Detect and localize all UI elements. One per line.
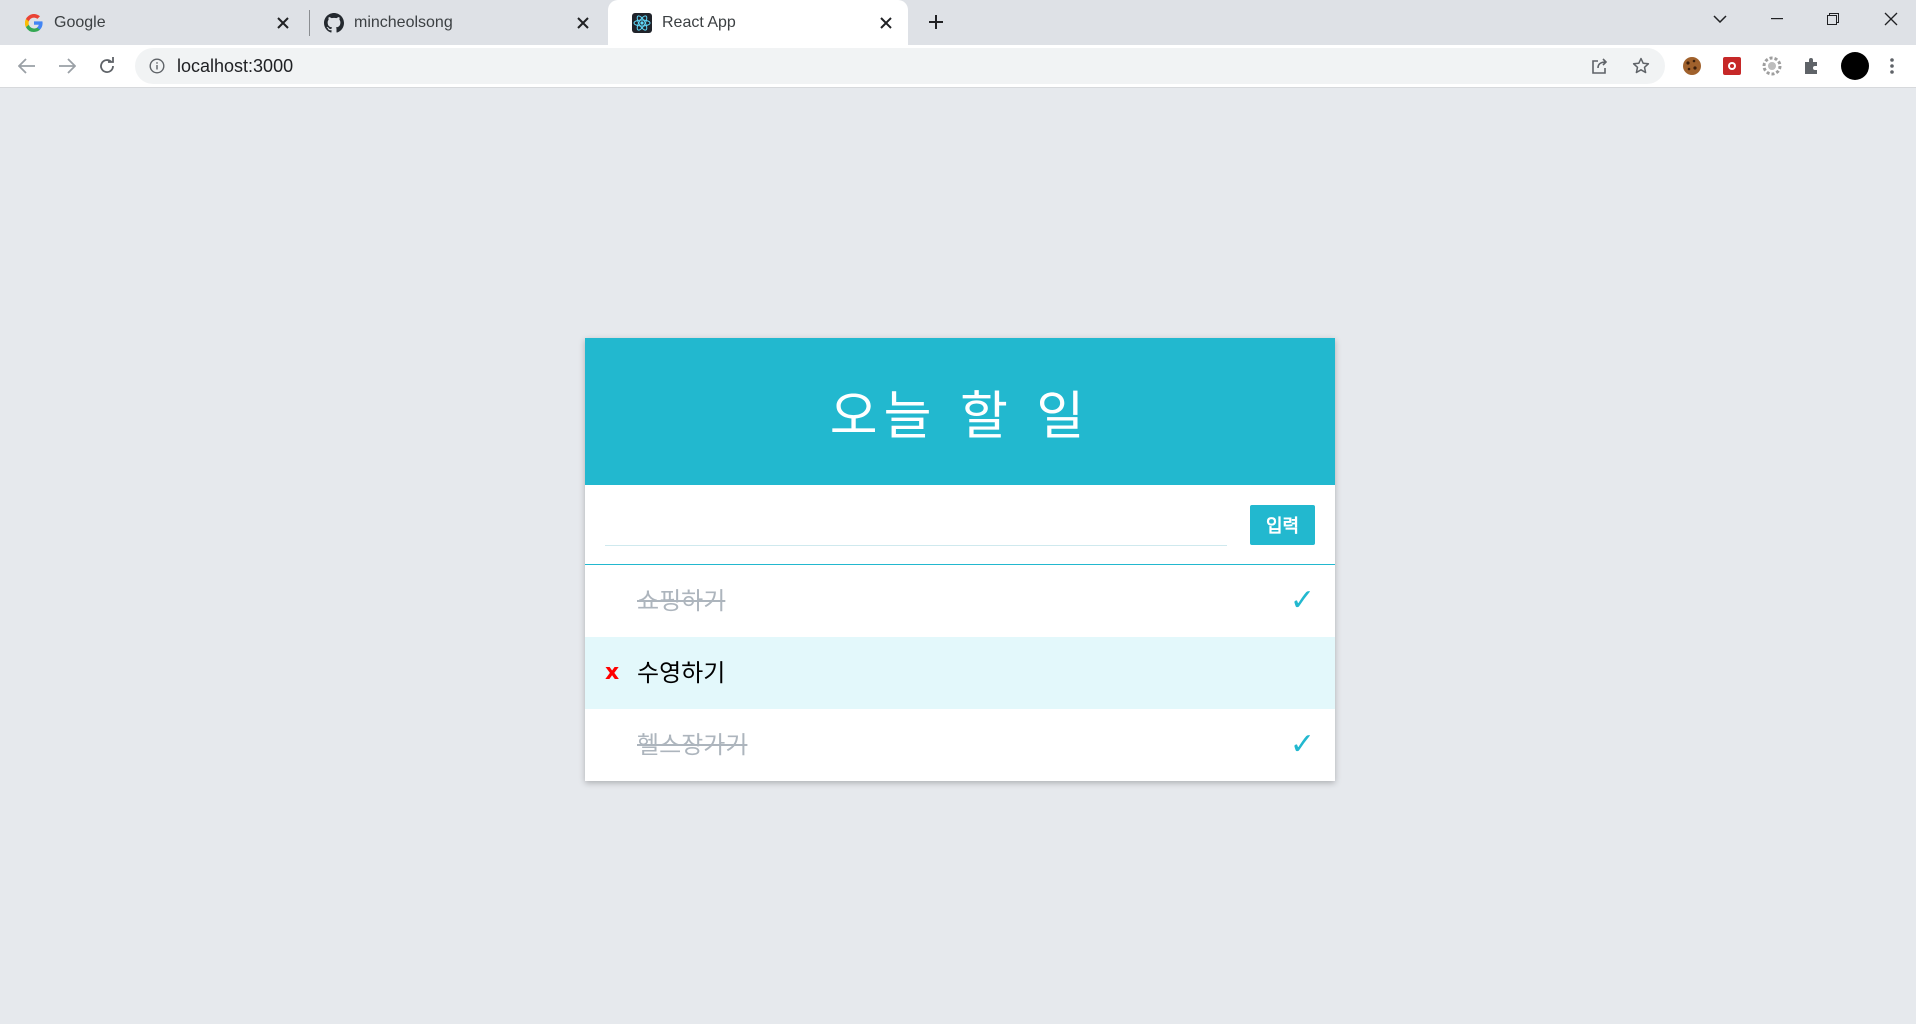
url-text: localhost:3000 bbox=[177, 56, 294, 76]
remove-button[interactable]: x bbox=[605, 637, 621, 709]
close-icon[interactable] bbox=[874, 11, 898, 35]
check-icon[interactable]: ✓ bbox=[1290, 709, 1315, 781]
tab-react-app[interactable]: React App bbox=[608, 0, 908, 45]
todo-insert-form: 입력 bbox=[585, 485, 1335, 565]
app-title: 오늘 할 일 bbox=[585, 338, 1335, 485]
tab-strip: Google mincheolsong React App bbox=[0, 0, 1916, 45]
tab-title: React App bbox=[662, 13, 736, 31]
new-tab-button[interactable] bbox=[922, 8, 950, 36]
red-extension-icon[interactable] bbox=[1720, 54, 1744, 78]
tab-title: mincheolsong bbox=[354, 13, 453, 31]
cookie-extension-icon[interactable] bbox=[1680, 54, 1704, 78]
address-bar[interactable]: localhost:3000 bbox=[135, 48, 1665, 84]
gear-extension-icon[interactable] bbox=[1760, 54, 1784, 78]
todo-text[interactable]: 쇼핑하기 bbox=[637, 565, 725, 637]
reload-icon[interactable] bbox=[92, 51, 122, 81]
close-icon[interactable] bbox=[571, 11, 595, 35]
forward-arrow-icon[interactable] bbox=[52, 51, 82, 81]
todo-text[interactable]: 수영하기 bbox=[637, 637, 725, 709]
menu-kebab-icon[interactable] bbox=[1880, 54, 1904, 78]
react-icon bbox=[632, 12, 652, 33]
todo-text[interactable]: 헬스장가기 bbox=[637, 709, 747, 781]
list-item[interactable]: 헬스장가기 ✓ bbox=[585, 709, 1335, 781]
submit-button[interactable]: 입력 bbox=[1250, 505, 1315, 545]
tab-google[interactable]: Google bbox=[0, 0, 305, 45]
google-icon bbox=[24, 13, 44, 33]
check-icon[interactable]: ✓ bbox=[1290, 565, 1315, 637]
site-info-icon[interactable] bbox=[147, 56, 167, 76]
list-item[interactable]: x 수영하기 bbox=[585, 637, 1335, 709]
bookmark-star-icon[interactable] bbox=[1629, 54, 1653, 78]
close-window-icon[interactable] bbox=[1868, 0, 1914, 38]
share-icon[interactable] bbox=[1588, 54, 1612, 78]
restore-icon[interactable] bbox=[1810, 0, 1856, 38]
todo-input[interactable] bbox=[605, 505, 1227, 546]
close-icon[interactable] bbox=[271, 11, 295, 35]
browser-toolbar: localhost:3000 bbox=[0, 45, 1916, 88]
github-icon bbox=[324, 12, 344, 33]
tab-search-chevron-icon[interactable] bbox=[1697, 0, 1743, 38]
tab-github[interactable]: mincheolsong bbox=[300, 0, 605, 45]
minimize-icon[interactable] bbox=[1754, 0, 1800, 38]
todo-list: 쇼핑하기 ✓ x 수영하기 헬스장가기 ✓ bbox=[585, 565, 1335, 781]
todo-template: 오늘 할 일 입력 쇼핑하기 ✓ x 수영하기 헬스장가기 ✓ bbox=[585, 338, 1335, 781]
profile-avatar[interactable] bbox=[1840, 51, 1870, 81]
extensions-puzzle-icon[interactable] bbox=[1800, 54, 1824, 78]
back-arrow-icon[interactable] bbox=[12, 51, 42, 81]
list-item[interactable]: 쇼핑하기 ✓ bbox=[585, 565, 1335, 637]
tab-title: Google bbox=[54, 13, 106, 31]
